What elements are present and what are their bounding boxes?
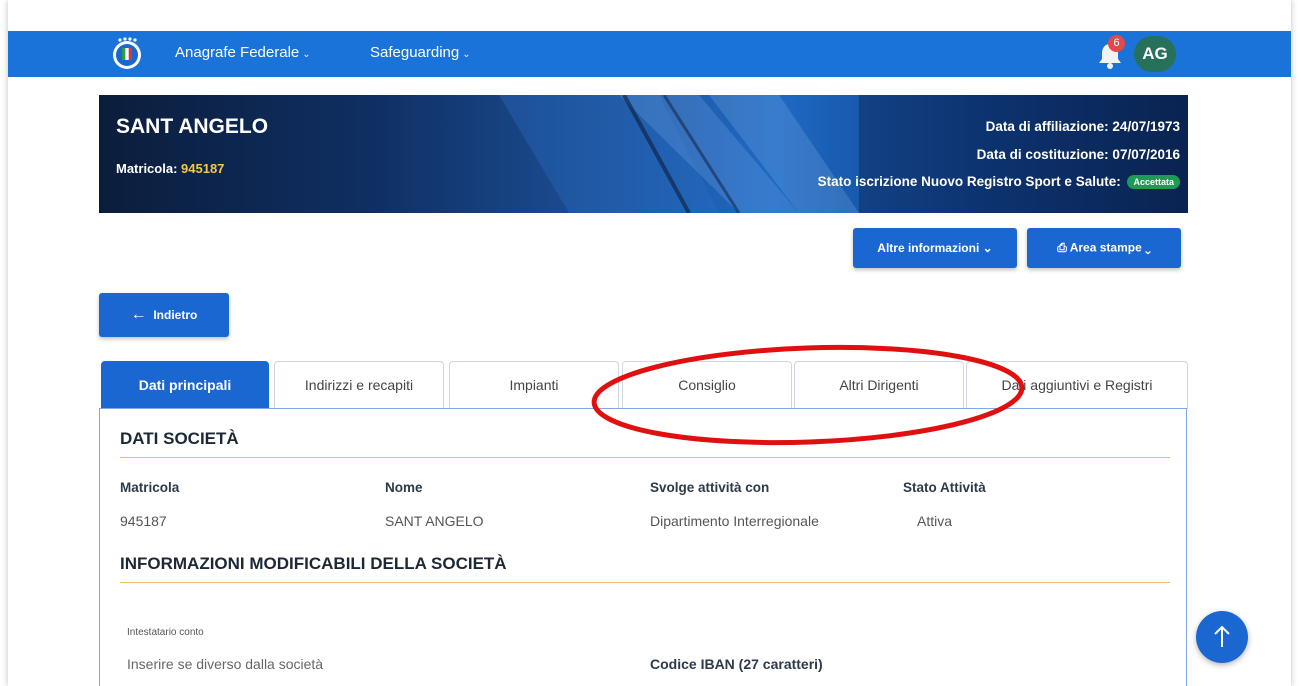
tab-indirizzi-recapiti[interactable]: Indirizzi e recapiti [274,361,444,409]
nav-anagrafe-label: Anagrafe Federale [175,44,300,61]
stato-attivita-label: Stato Attività [903,480,986,495]
registry-status-label: Stato iscrizione Nuovo Registro Sport e … [817,174,1121,189]
constitution-date: Data di costituzione: 07/07/2016 [976,147,1180,162]
top-navbar: Anagrafe Federale ⌄ Safeguarding ⌄ 6 AG [8,31,1291,77]
notification-badge: 6 [1108,35,1125,52]
arrow-up-icon [1214,625,1230,647]
matricola-column-label: Matricola [120,480,180,495]
tab-consiglio[interactable]: Consiglio [622,361,792,409]
matricola-value: 945187 [181,161,225,176]
tab-dati-aggiuntivi-registri[interactable]: Dati aggiuntivi e Registri [966,361,1188,409]
back-label: Indietro [153,308,198,322]
iban-label: Codice IBAN (27 caratteri) [650,656,823,672]
tab-panel-dati-principali: DATI SOCIETÀ Matricola 945187 Nome SANT … [99,408,1187,686]
chevron-down-icon: ⌄ [1145,240,1151,255]
matricola-label: Matricola: [116,161,178,176]
chevron-down-icon: ⌄ [462,49,471,60]
status-badge: Accettata [1127,175,1180,190]
back-button[interactable]: ← Indietro [99,293,229,337]
club-name: SANT ANGELO [116,115,269,138]
altre-informazioni-label: Altre informazioni [877,241,980,255]
section-title-dati-societa: DATI SOCIETÀ [120,429,239,448]
stato-attivita-value: Attiva [917,513,953,529]
tab-dati-principali[interactable]: Dati principali [101,361,269,409]
figc-logo-icon[interactable] [109,35,145,71]
club-matricola: Matricola: 945187 [116,161,224,176]
intestatario-conto-label: Intestatario conto [127,627,204,638]
club-header-banner: SANT ANGELO Matricola: 945187 Data di af… [99,95,1188,213]
altre-informazioni-button[interactable]: Altre informazioni ⌄ [853,228,1017,268]
section-divider [120,582,1170,583]
affiliation-date: Data di affiliazione: 24/07/1973 [985,119,1180,134]
section-divider [120,457,1170,458]
nav-safeguarding-label: Safeguarding [370,44,460,61]
registry-status: Stato iscrizione Nuovo Registro Sport e … [817,174,1180,190]
area-stampe-label: Area stampe [1069,240,1142,255]
nav-safeguarding[interactable]: Safeguarding ⌄ [370,44,471,61]
tab-impianti[interactable]: Impianti [449,361,619,409]
app-window: Anagrafe Federale ⌄ Safeguarding ⌄ 6 AG SA… [8,0,1291,686]
svolge-attivita-label: Svolge attività con [650,480,770,495]
printer-icon: ⎙ [1057,240,1067,255]
nav-anagrafe-federale[interactable]: Anagrafe Federale ⌄ [175,44,311,61]
tab-altri-dirigenti[interactable]: Altri Dirigenti [794,361,964,409]
matricola-column-value: 945187 [120,513,167,529]
nome-column-value: SANT ANGELO [385,513,484,529]
user-avatar[interactable]: AG [1134,36,1176,72]
chevron-down-icon: ⌄ [982,241,993,255]
intestatario-conto-input[interactable]: Inserire se diverso dalla società [127,656,323,672]
arrow-left-icon: ← [130,306,147,323]
area-stampe-button[interactable]: ⎙ Area stampe ⌄ [1027,228,1181,268]
section-title-informazioni-modificabili: INFORMAZIONI MODIFICABILI DELLA SOCIETÀ [120,554,507,573]
nome-column-label: Nome [385,480,423,495]
scroll-to-top-button[interactable] [1196,611,1248,663]
svolge-attivita-value: Dipartimento Interregionale [650,513,819,529]
chevron-down-icon: ⌄ [302,49,311,60]
